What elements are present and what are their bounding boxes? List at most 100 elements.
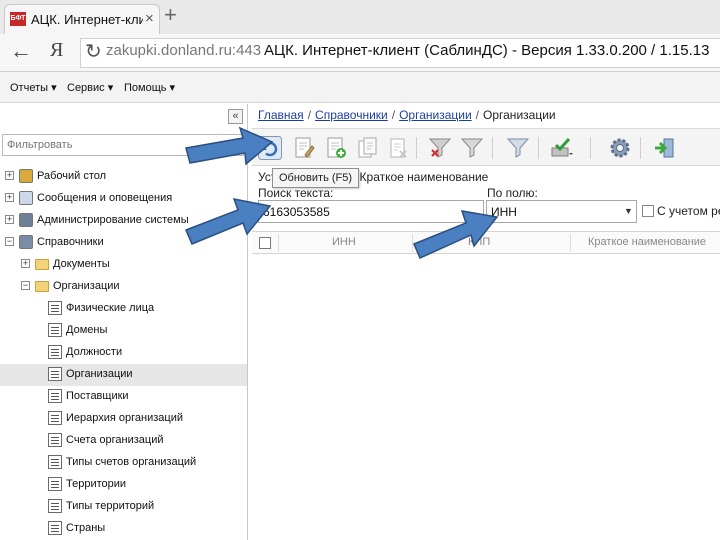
sidebar-tree-label: Справочники (37, 236, 104, 248)
tab-close-icon[interactable]: × (145, 10, 154, 27)
toolbar-separator (492, 137, 493, 159)
list-icon (48, 521, 62, 535)
case-sensitive-label: С учетом ре (657, 204, 720, 218)
column-divider[interactable] (412, 234, 413, 252)
list-icon (48, 389, 62, 403)
envelope-icon (19, 191, 33, 205)
filter-icon[interactable] (460, 136, 484, 160)
sidebar-tree-label: Территории (66, 478, 127, 490)
filter-apply-icon[interactable] (506, 136, 530, 160)
sidebar-tree-item[interactable]: − Справочники (0, 232, 247, 254)
new-tab-button[interactable]: + (164, 4, 177, 26)
copy-doc-icon[interactable] (356, 136, 380, 160)
sidebar-tree-item[interactable]: Организации (0, 364, 247, 386)
column-header-short-name[interactable]: Краткое наименование (588, 236, 706, 248)
refresh-icon[interactable] (258, 136, 282, 160)
sidebar-tree-item[interactable]: + Администрирование системы (0, 210, 247, 232)
filter-clear-icon[interactable] (428, 136, 452, 160)
menu-help[interactable]: Помощь ▾ (124, 81, 175, 94)
expand-icon[interactable]: + (21, 259, 30, 268)
breadcrumb-directories[interactable]: Справочники (315, 108, 388, 122)
url-host[interactable]: zakupki.donland.ru:443 (106, 42, 261, 59)
column-header-kpp[interactable]: КПП (468, 236, 490, 248)
sidebar-tree-item[interactable]: Должности (0, 342, 247, 364)
sidebar-tree-item[interactable]: + Рабочий стол (0, 166, 247, 188)
back-arrow-icon[interactable]: ← (10, 38, 32, 64)
list-icon (48, 301, 62, 315)
expand-icon[interactable]: + (5, 215, 14, 224)
sidebar-tree-item[interactable]: Иерархия организаций (0, 408, 247, 430)
sidebar-tree-item[interactable]: Территории (0, 474, 247, 496)
sidebar-tree-label: Типы счетов организаций (66, 456, 197, 468)
expand-icon[interactable]: + (5, 193, 14, 202)
select-all-checkbox[interactable] (259, 237, 271, 249)
sidebar-tree-item[interactable]: Поставщики (0, 386, 247, 408)
sidebar-tree-label: Иерархия организаций (66, 412, 184, 424)
sidebar: « + Рабочий стол + Сообщения и оповещения + А… (0, 104, 248, 540)
refresh-tooltip: Обновить (F5) (272, 168, 360, 188)
sidebar-tree-item[interactable]: − Организации (0, 276, 247, 298)
sidebar-tree-label: Сообщения и оповещения (37, 192, 173, 204)
sidebar-tree-item[interactable]: Типы территорий (0, 496, 247, 518)
app-menu-bar: Отчеты ▾ Сервис ▾ Помощь ▾ (0, 72, 720, 103)
sidebar-tree-label: Организации (53, 280, 120, 292)
sidebar-tree-item[interactable]: Физические лица (0, 298, 247, 320)
menu-service[interactable]: Сервис ▾ (67, 81, 113, 94)
sidebar-tree-label: Домены (66, 324, 108, 336)
exit-icon[interactable] (652, 136, 676, 160)
menu-reports[interactable]: Отчеты ▾ (10, 81, 57, 94)
collapse-icon[interactable]: − (21, 281, 30, 290)
column-header-inn[interactable]: ИНН (332, 236, 356, 248)
approve-icon[interactable] (550, 136, 574, 160)
sidebar-tree-item[interactable]: + Сообщения и оповещения (0, 188, 247, 210)
grid-header: ИНН КПП Краткое наименование (252, 231, 720, 254)
sidebar-tree-item[interactable]: + Документы (0, 254, 247, 276)
search-text-label: Поиск текста: (258, 186, 334, 200)
breadcrumb: Главная / Справочники / Организации / Организа… (258, 108, 556, 122)
expand-icon[interactable]: + (5, 171, 14, 180)
sidebar-tree-label: Страны (66, 522, 106, 534)
list-icon (48, 499, 62, 513)
breadcrumb-separator: / (475, 108, 480, 122)
browser-tabstrip: БФТ АЦК. Интернет-клиен × + (0, 0, 720, 34)
browser-tab[interactable]: БФТ АЦК. Интернет-клиен × (4, 4, 160, 34)
search-text-input[interactable] (258, 200, 484, 223)
toolbar-separator (538, 137, 539, 159)
breadcrumb-home[interactable]: Главная (258, 108, 304, 122)
sidebar-tree-item[interactable]: Домены (0, 320, 247, 342)
list-icon (48, 323, 62, 337)
yandex-logo[interactable]: Я (50, 39, 63, 62)
reload-icon[interactable]: ↻ (85, 39, 102, 64)
search-field-label: По полю: (487, 186, 538, 200)
toolbar-separator (416, 137, 417, 159)
breadcrumb-organizations[interactable]: Организации (399, 108, 472, 122)
list-icon (48, 455, 62, 469)
search-field-select[interactable]: ИНН ▼ (486, 200, 637, 223)
list-icon (48, 345, 62, 359)
folder-open-icon (35, 281, 49, 292)
admin-icon (19, 213, 33, 227)
edit-doc-icon[interactable] (292, 136, 316, 160)
case-sensitive-checkbox[interactable] (642, 205, 654, 217)
tab-title: АЦК. Интернет-клиен (31, 12, 143, 27)
sidebar-tree-label: Должности (66, 346, 123, 358)
chevron-down-icon[interactable]: ▼ (621, 201, 636, 222)
sidebar-filter-input[interactable] (2, 134, 244, 156)
add-doc-icon[interactable] (324, 136, 348, 160)
column-divider[interactable] (570, 234, 571, 252)
list-icon (48, 433, 62, 447)
sidebar-tree-label: Организации (66, 368, 133, 380)
collapse-icon[interactable]: − (5, 237, 14, 246)
sidebar-tree-item[interactable]: Счета организаций (0, 430, 247, 452)
sidebar-tree-label: Физические лица (66, 302, 155, 314)
toolbar-separator (590, 137, 591, 159)
delete-doc-icon[interactable] (386, 136, 410, 160)
sidebar-tree-item[interactable]: Типы счетов организаций (0, 452, 247, 474)
collapse-sidebar-button[interactable]: « (228, 109, 243, 124)
sidebar-tree-label: Документы (53, 258, 110, 270)
sidebar-tree-label: Администрирование системы (37, 214, 189, 226)
sidebar-tree-item[interactable]: Страны (0, 518, 247, 540)
settings-gear-icon[interactable] (608, 136, 632, 160)
favicon-icon: БФТ (10, 12, 26, 26)
sidebar-tree-label: Рабочий стол (37, 170, 107, 182)
